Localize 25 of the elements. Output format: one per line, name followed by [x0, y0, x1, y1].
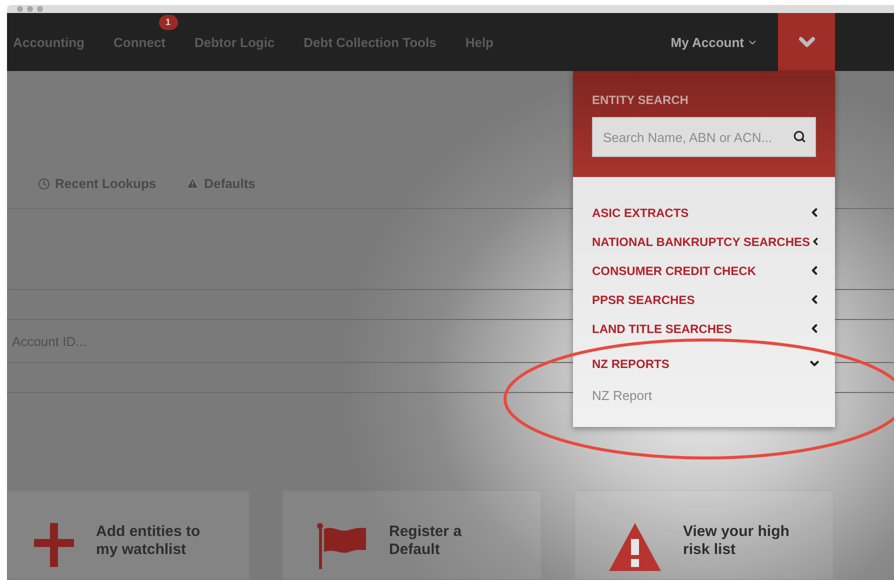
window-dot-icon [37, 6, 43, 12]
section-title: ENTITY SEARCH [592, 93, 690, 107]
account-menu[interactable]: My Account [670, 34, 758, 50]
menu-item[interactable]: CONSUMER CREDIT CHECK [592, 256, 821, 285]
warning-icon [609, 523, 661, 571]
warning-icon [186, 177, 200, 190]
notification-badge: 1 [158, 14, 178, 30]
menu-toggle-button[interactable] [778, 13, 835, 71]
flag-icon [317, 523, 367, 569]
action-card[interactable]: Add entities to my watchlist [7, 490, 250, 580]
menu-item[interactable]: ASIC EXTRACTS [592, 198, 821, 227]
clock-icon [38, 178, 50, 190]
card-label: Register a Default [389, 523, 463, 560]
search-field[interactable]: Search Name, ABN or ACN... [592, 117, 816, 157]
card-label: Add entities to my watchlist [96, 523, 202, 560]
window-dot-icon [27, 6, 33, 12]
action-card[interactable]: Register a Default [282, 490, 542, 580]
menu-item[interactable]: NATIONAL BANKRUPTCY SEARCHES [592, 227, 821, 256]
plus-icon [34, 523, 74, 567]
menu-item[interactable]: PPSR SEARCHES [592, 285, 821, 314]
action-card[interactable]: View your high risk list [574, 490, 834, 580]
submenu-item[interactable]: NZ Report [592, 378, 821, 413]
search-icon [793, 130, 806, 143]
window-dot-icon [17, 6, 23, 12]
card-label: View your high risk list [683, 523, 790, 560]
